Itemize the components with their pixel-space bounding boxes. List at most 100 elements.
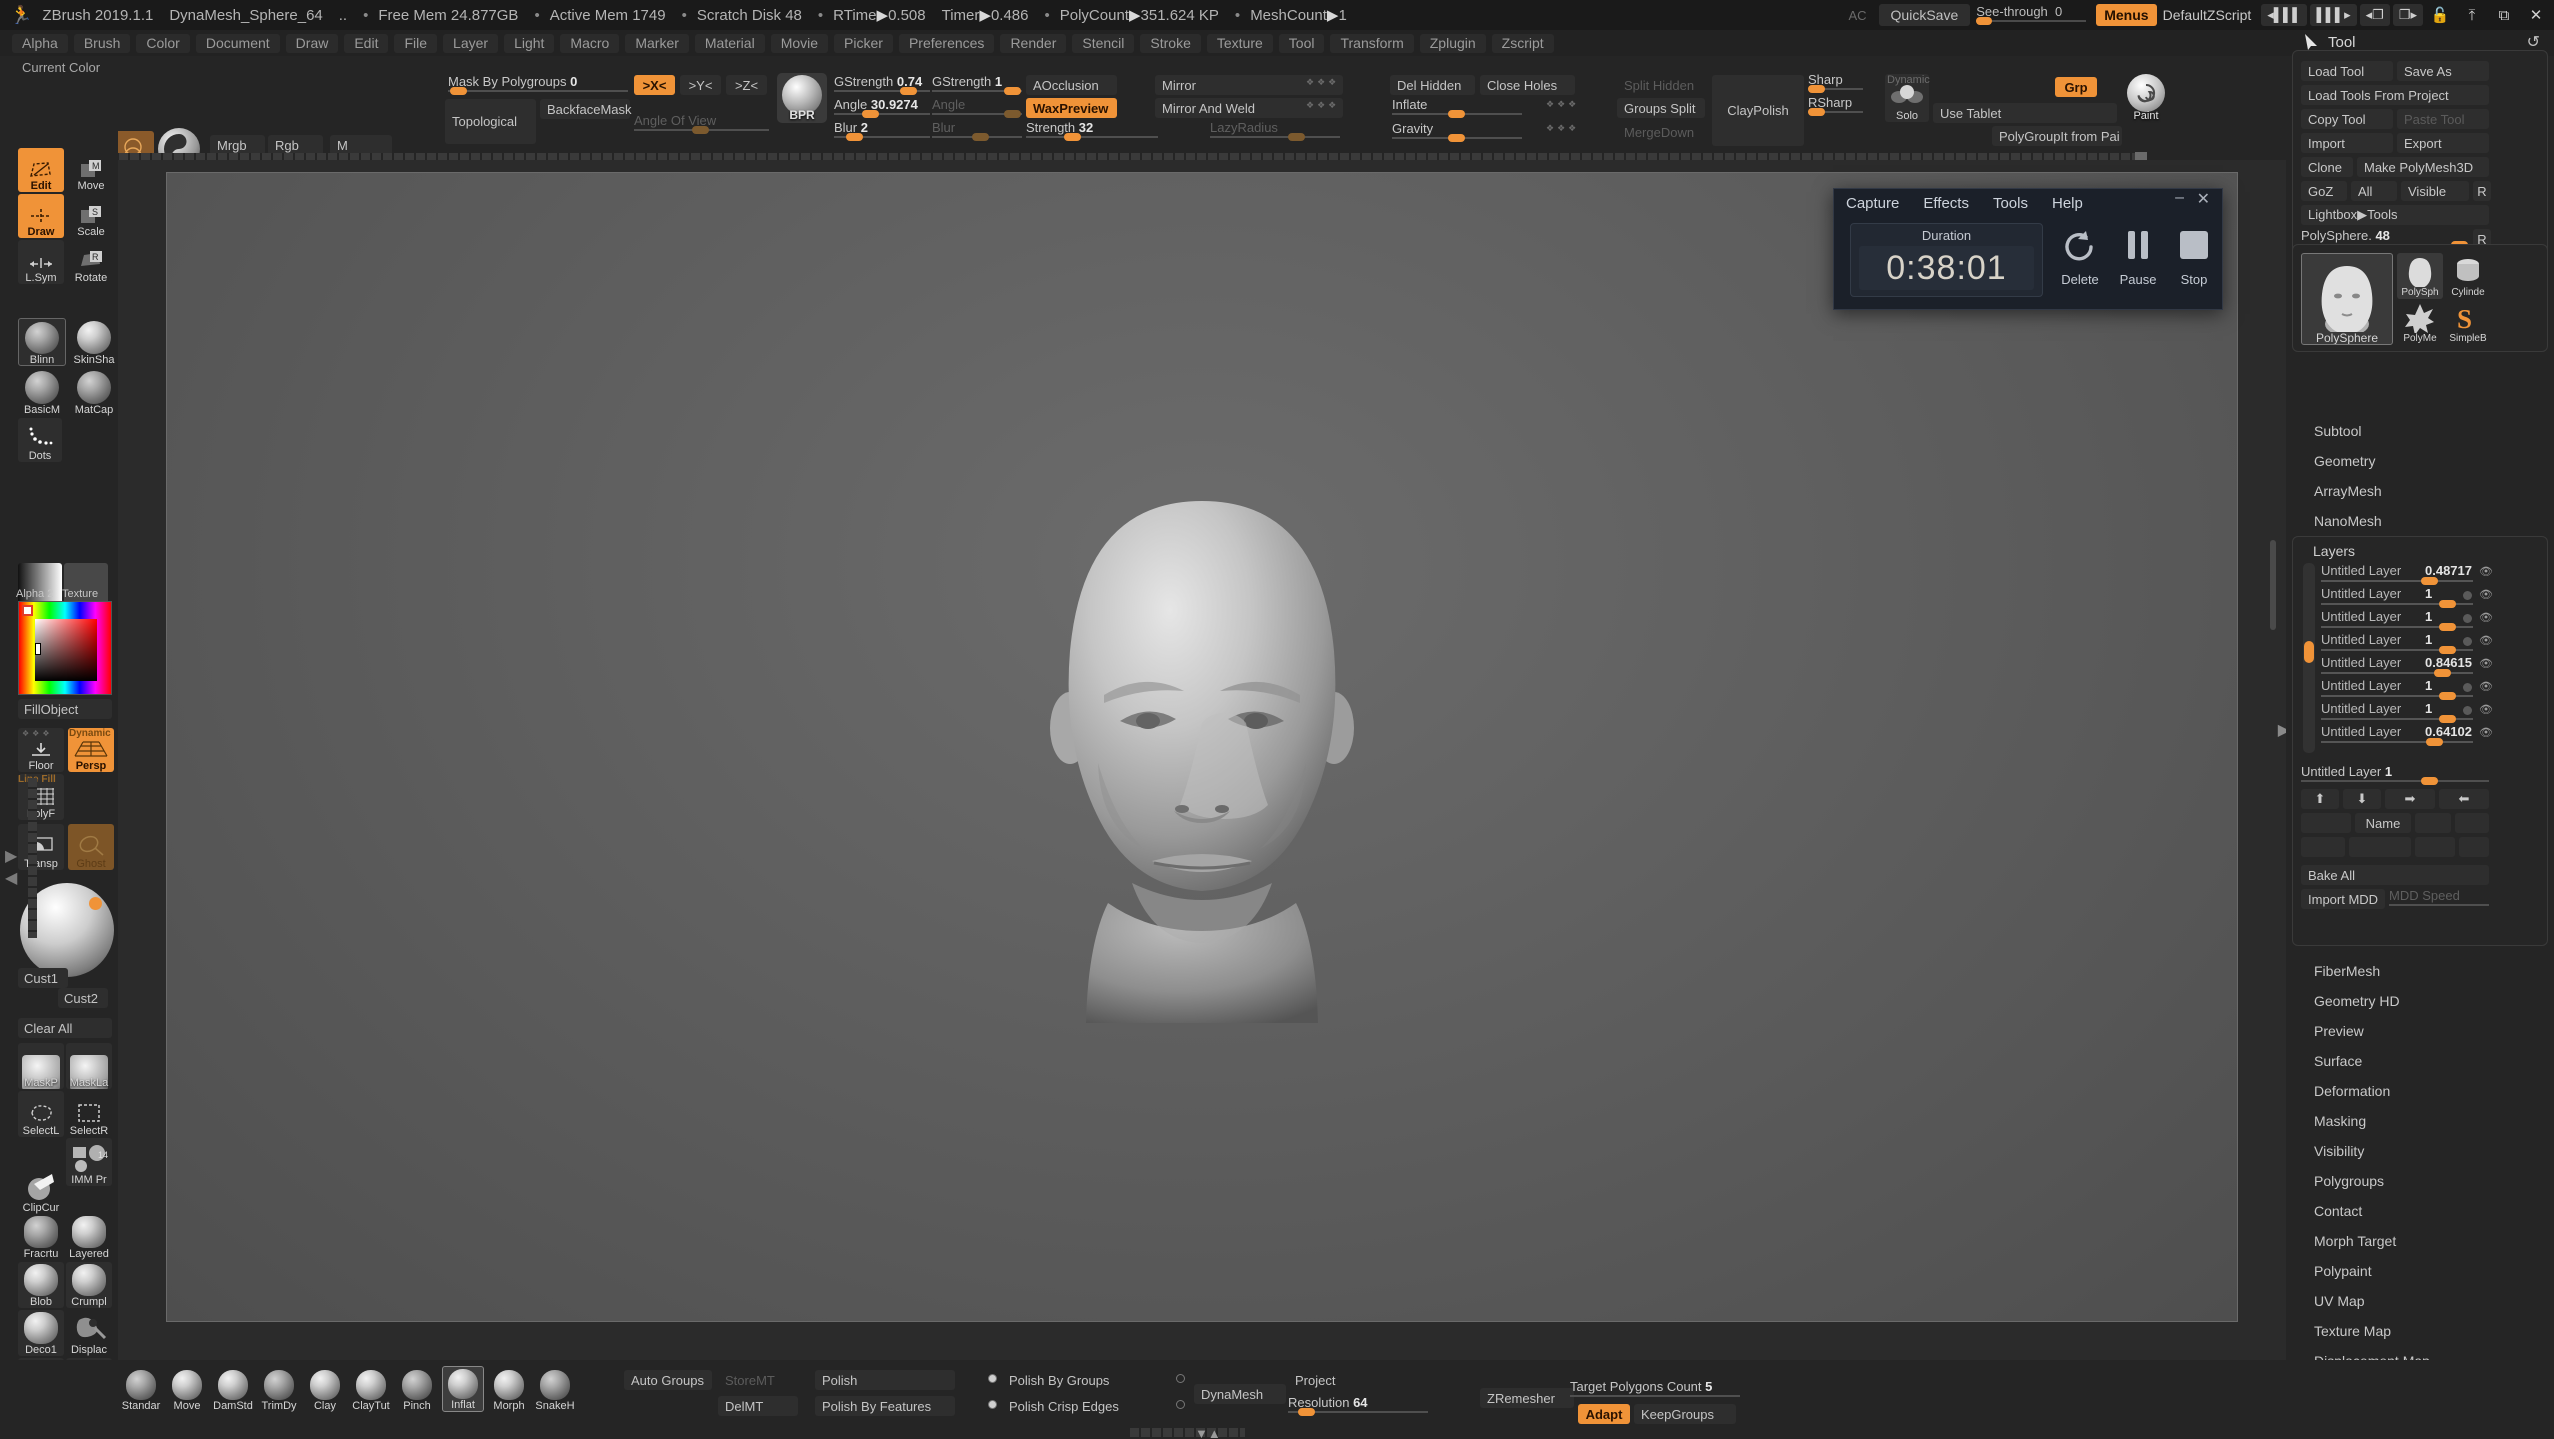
stop-recording-button[interactable]: Stop: [2166, 229, 2222, 287]
polish-crisp-edges-button[interactable]: Polish Crisp Edges: [1002, 1396, 1134, 1416]
layer-knob[interactable]: [2439, 646, 2456, 654]
layer-misc-7-button[interactable]: [2459, 837, 2489, 857]
tray-expand-right-icon[interactable]: ▶: [5, 846, 17, 866]
layer-visibility-eye-icon[interactable]: 👁: [2479, 565, 2493, 578]
fracture-brush[interactable]: Fracrtu: [18, 1214, 64, 1260]
tool-thumb-polymesh[interactable]: PolyMe: [2397, 301, 2443, 345]
mask-by-polygroups-slider[interactable]: Mask By Polygroups 0: [448, 74, 628, 95]
claypolish-button[interactable]: ClayPolish: [1712, 75, 1804, 146]
solo-button[interactable]: Dynamic Solo: [1885, 74, 1930, 122]
brush-standar[interactable]: Standar: [120, 1366, 162, 1412]
make-polymesh3d-button[interactable]: Make PolyMesh3D: [2357, 157, 2489, 177]
layer-visibility-eye-icon[interactable]: 👁: [2479, 634, 2493, 647]
active-layer-slider[interactable]: Untitled Layer 1: [2301, 764, 2489, 785]
import-button[interactable]: Import: [2301, 133, 2393, 153]
layer-row[interactable]: Untitled Layer 1 👁: [2321, 632, 2513, 655]
recorder-menu-effects[interactable]: Effects: [1923, 195, 1969, 212]
gstrength-2-slider[interactable]: GStrength 1: [932, 74, 1022, 95]
mdd-speed-slider[interactable]: MDD Speed: [2389, 888, 2489, 909]
sharp-slider[interactable]: Sharp: [1808, 72, 1863, 93]
section-polygroups[interactable]: Polygroups: [2286, 1166, 2554, 1196]
layer-knob[interactable]: [2439, 692, 2456, 700]
section-arraymesh[interactable]: ArrayMesh: [2286, 476, 2554, 506]
layer-visibility-eye-icon[interactable]: 👁: [2479, 657, 2493, 670]
load-tools-from-project-button[interactable]: Load Tools From Project: [2301, 85, 2489, 105]
menu-item-render[interactable]: Render: [1000, 33, 1067, 53]
layer-record-dot[interactable]: [2463, 706, 2472, 715]
layer-down-button[interactable]: ⬇: [2343, 789, 2381, 809]
layer-visibility-eye-icon[interactable]: 👁: [2479, 611, 2493, 624]
menu-item-layer[interactable]: Layer: [443, 33, 499, 53]
bottom-scroll-strip[interactable]: [1130, 1428, 1245, 1437]
matcap-material[interactable]: MatCap: [70, 368, 118, 416]
brush-claytut[interactable]: ClayTut: [350, 1366, 392, 1412]
layer-up-button[interactable]: ⬆: [2301, 789, 2339, 809]
menu-item-alpha[interactable]: Alpha: [12, 33, 68, 53]
layers-scroll-thumb[interactable]: [2304, 641, 2314, 663]
polyf-button[interactable]: Line Fill PolyF: [18, 774, 64, 820]
see-through-knob[interactable]: [1976, 17, 1993, 25]
tool-thumb-simplebrush[interactable]: S SimpleB: [2445, 301, 2491, 345]
axis-x-button[interactable]: >X<: [634, 75, 675, 95]
resolution-knob[interactable]: [1298, 1408, 1315, 1416]
rsharp-knob[interactable]: [1808, 108, 1825, 116]
layer-record-dot[interactable]: [2463, 591, 2472, 600]
section-morph-target[interactable]: Morph Target: [2286, 1226, 2554, 1256]
menu-item-stroke[interactable]: Stroke: [1140, 33, 1201, 53]
active-layer-knob[interactable]: [2421, 777, 2438, 785]
select-lasso-button[interactable]: SelectL: [18, 1091, 64, 1137]
displace-brush[interactable]: Displac: [66, 1310, 112, 1356]
basicmaterial-material[interactable]: BasicM: [18, 368, 66, 416]
layer-next-button[interactable]: ➡: [2385, 789, 2435, 809]
angle-of-view-knob[interactable]: [692, 126, 709, 134]
axis-y-button[interactable]: >Y<: [680, 75, 721, 95]
recorder-menu-capture[interactable]: Capture: [1846, 195, 1899, 212]
delete-recording-button[interactable]: Delete: [2052, 229, 2108, 287]
blob-brush[interactable]: Blob: [18, 1262, 64, 1308]
copy-tool-button[interactable]: Copy Tool: [2301, 109, 2393, 129]
mergedown-button[interactable]: MergeDown: [1617, 122, 1705, 142]
tray-expand-left-icon[interactable]: ◀: [5, 868, 17, 888]
grp-button[interactable]: Grp: [2055, 77, 2097, 97]
deco1-brush[interactable]: Deco1: [18, 1310, 64, 1356]
menu-item-file[interactable]: File: [394, 33, 438, 53]
dots-stroke[interactable]: Dots: [18, 418, 62, 462]
del-hidden-button[interactable]: Del Hidden: [1390, 75, 1475, 95]
menu-item-edit[interactable]: Edit: [344, 33, 389, 53]
blur-2-slider[interactable]: Blur: [932, 120, 1022, 141]
bake-all-button[interactable]: Bake All: [2301, 865, 2489, 885]
maskpen-brush[interactable]: MaskP: [18, 1043, 64, 1089]
brush-snakeh[interactable]: SnakeH: [534, 1366, 576, 1412]
menu-item-document[interactable]: Document: [195, 33, 280, 53]
export-button[interactable]: Export: [2397, 133, 2489, 153]
resolution-slider[interactable]: Resolution 64: [1288, 1395, 1428, 1416]
move-button[interactable]: M Move: [68, 148, 114, 192]
menus-toggle-button[interactable]: Menus: [2096, 4, 2157, 26]
lightbox-tools-button[interactable]: Lightbox▶Tools: [2301, 205, 2489, 225]
transp-button[interactable]: Transp: [18, 824, 64, 870]
menu-item-material[interactable]: Material: [694, 33, 765, 53]
menu-item-tool[interactable]: Tool: [1278, 33, 1325, 53]
reset-icon[interactable]: ↺: [2527, 32, 2540, 52]
section-nanomesh[interactable]: NanoMesh: [2286, 506, 2554, 536]
sharp-knob[interactable]: [1808, 85, 1825, 93]
layer-row[interactable]: Untitled Layer 0.48717 👁: [2321, 563, 2513, 586]
cust2-button[interactable]: Cust2: [58, 988, 108, 1008]
edit-button[interactable]: Edit: [18, 148, 64, 192]
section-fibermesh[interactable]: FiberMesh: [2286, 956, 2554, 986]
blur-1-slider[interactable]: Blur 2: [834, 120, 930, 141]
all-button[interactable]: All: [2351, 181, 2397, 201]
layer-knob[interactable]: [2426, 738, 2443, 746]
section-geometry[interactable]: Geometry: [2286, 446, 2554, 476]
canvas-right-scrollbar[interactable]: [2270, 540, 2276, 630]
gstrength-1-slider[interactable]: GStrength 0.74: [834, 74, 930, 95]
layer-row[interactable]: Untitled Layer 1 👁: [2321, 586, 2513, 609]
recorder-menu-help[interactable]: Help: [2052, 195, 2083, 212]
floor-button[interactable]: ❖❖❖ Floor: [18, 728, 64, 772]
polish-by-groups-button[interactable]: Polish By Groups: [1002, 1370, 1134, 1390]
tray-right-panel-icon[interactable]: ❐▸: [2392, 4, 2423, 26]
layer-name-button[interactable]: Name: [2355, 813, 2411, 833]
layer-row[interactable]: Untitled Layer 1 👁: [2321, 609, 2513, 632]
polish-by-features-button[interactable]: Polish By Features: [815, 1396, 955, 1416]
layer-misc-1-button[interactable]: [2301, 813, 2351, 833]
